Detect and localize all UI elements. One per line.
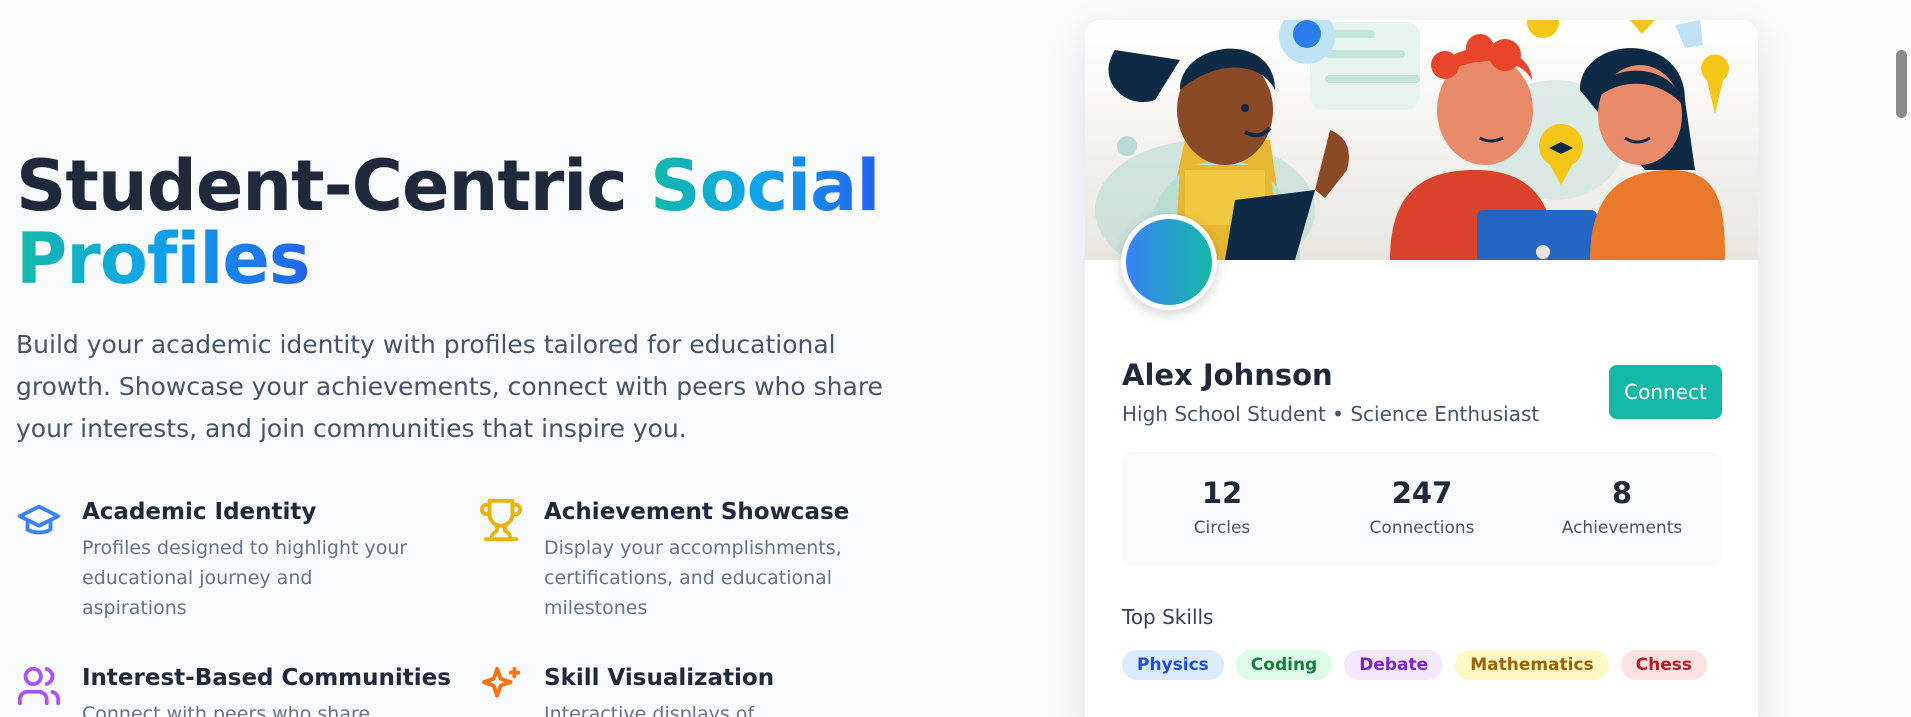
feature-grid: Academic Identity Profiles designed to h… <box>16 495 896 717</box>
feature-academic-identity: Academic Identity Profiles designed to h… <box>16 495 478 623</box>
stat-value: 8 <box>1611 476 1633 510</box>
feature-skill-visualization: Skill Visualization Interactive displays… <box>478 661 896 717</box>
feature-desc: Profiles designed to highlight your educ… <box>82 537 408 619</box>
skill-chip-chess[interactable]: Chess <box>1620 650 1708 680</box>
stat-connections: 247 Connections <box>1322 452 1522 566</box>
stat-value: 247 <box>1391 476 1453 510</box>
skill-chip-debate[interactable]: Debate <box>1344 650 1444 680</box>
avatar <box>1121 214 1217 310</box>
stat-label: Circles <box>1193 518 1251 538</box>
feature-title: Skill Visualization <box>544 665 775 691</box>
feature-title: Academic Identity <box>82 499 317 525</box>
hero-section: Student-Centric Social Profiles Build you… <box>16 150 936 450</box>
feature-desc: Connect with peers who share <box>82 703 371 717</box>
feature-desc: Interactive displays of <box>544 703 755 717</box>
feature-title: Interest-Based Communities <box>82 665 451 691</box>
feature-interest-communities: Interest-Based Communities Connect with … <box>16 661 478 717</box>
stat-achievements: 8 Achievements <box>1522 452 1722 566</box>
skill-chip-coding[interactable]: Coding <box>1235 650 1333 680</box>
scrollbar-thumb[interactable] <box>1896 50 1907 118</box>
profile-card: Alex Johnson High School Student • Scien… <box>1085 20 1758 717</box>
skills-title: Top Skills <box>1122 605 1214 629</box>
feature-achievement-showcase: Achievement Showcase Display your accomp… <box>478 495 896 623</box>
feature-desc: Display your accomplishments, certificat… <box>544 537 842 619</box>
graduation-cap-icon <box>17 504 61 535</box>
stat-circles: 12 Circles <box>1122 452 1322 566</box>
skill-chip-physics[interactable]: Physics <box>1122 650 1224 680</box>
stat-label: Connections <box>1369 518 1475 538</box>
connect-button[interactable]: Connect <box>1609 365 1722 419</box>
hero-description: Build your academic identity with profil… <box>16 330 883 443</box>
stat-label: Achievements <box>1561 518 1683 538</box>
profile-role: High School Student • Science Enthusiast <box>1122 402 1540 426</box>
skills-list: Physics Coding Debate Mathematics Chess <box>1122 650 1708 680</box>
users-icon <box>17 666 61 706</box>
hero-title-accent-1: Social <box>650 145 880 227</box>
hero-title: Student-Centric Social Profiles <box>16 150 936 296</box>
feature-title: Achievement Showcase <box>544 499 850 525</box>
hero-title-plain: Student-Centric <box>16 145 651 227</box>
skill-chip-mathematics[interactable]: Mathematics <box>1455 650 1609 680</box>
trophy-icon <box>479 498 523 542</box>
profile-name: Alex Johnson <box>1122 358 1333 392</box>
stat-value: 12 <box>1201 476 1243 510</box>
sparkles-icon <box>481 666 521 698</box>
hero-title-accent-2: Profiles <box>16 218 310 300</box>
profile-stats: 12 Circles 247 Connections 8 Achievement… <box>1122 452 1722 566</box>
